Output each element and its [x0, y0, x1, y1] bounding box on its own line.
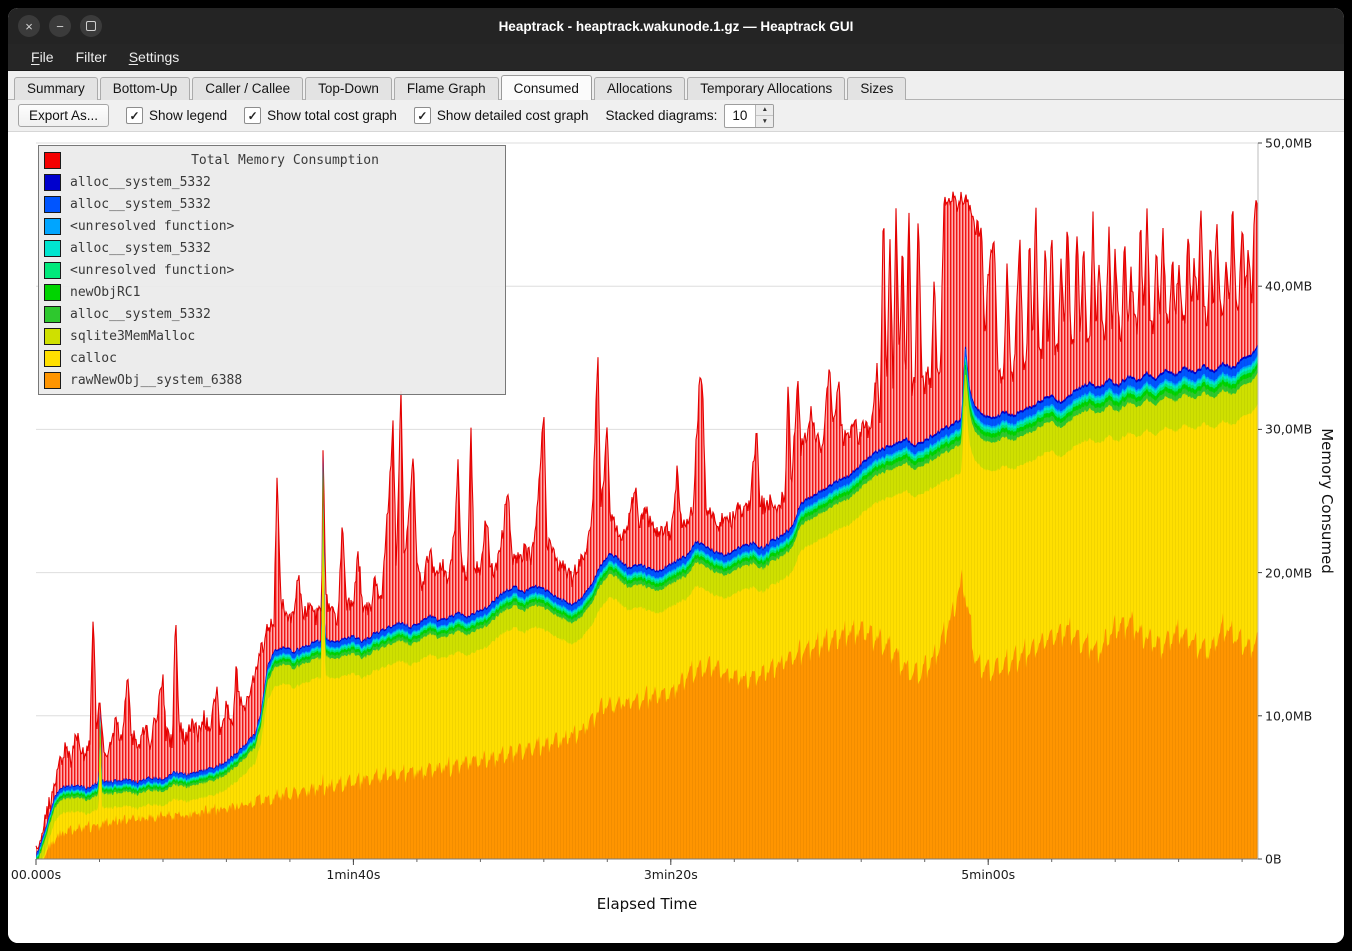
checkbox-checked-icon: ✓ [244, 107, 261, 124]
close-button[interactable]: × [18, 15, 40, 37]
menu-file[interactable]: File [22, 47, 63, 67]
y-tick-label: 50,0MB [1265, 136, 1312, 151]
show-detailed-cost-checkbox[interactable]: ✓ Show detailed cost graph [414, 107, 589, 124]
export-as-button[interactable]: Export As... [18, 104, 109, 127]
window-controls: × − [18, 8, 102, 44]
menubar: File Filter Settings [8, 44, 1344, 71]
legend-item: alloc__system_5332 [44, 303, 500, 325]
app-window: × − Heaptrack - heaptrack.wakunode.1.gz … [8, 8, 1344, 943]
x-tick-label: 3min20s [644, 867, 698, 882]
x-axis-title: Elapsed Time [597, 895, 697, 913]
tab-bottom-up[interactable]: Bottom-Up [100, 77, 191, 100]
legend-item: alloc__system_5332 [44, 171, 500, 193]
window-title: Heaptrack - heaptrack.wakunode.1.gz — He… [8, 19, 1344, 34]
tab-sizes[interactable]: Sizes [847, 77, 906, 100]
tab-summary[interactable]: Summary [14, 77, 98, 100]
legend-swatch [44, 240, 61, 257]
legend-swatch [44, 284, 61, 301]
tab-allocations[interactable]: Allocations [594, 77, 685, 100]
y-tick-label: 20,0MB [1265, 565, 1312, 580]
legend-swatch [44, 218, 61, 235]
legend-swatch [44, 262, 61, 279]
y-tick-label: 10,0MB [1265, 708, 1312, 723]
stacked-diagrams-label: Stacked diagrams: [606, 108, 718, 123]
legend-swatch [44, 328, 61, 345]
y-tick-label: 30,0MB [1265, 422, 1312, 437]
maximize-button[interactable] [80, 15, 102, 37]
tab-caller-callee[interactable]: Caller / Callee [192, 77, 303, 100]
x-tick-label: 5min00s [961, 867, 1015, 882]
spin-down-icon[interactable]: ▼ [756, 116, 773, 127]
consumed-chart-panel: Total Memory Consumption alloc__system_5… [8, 131, 1344, 943]
y-axis-title: Memory Consumed [1318, 428, 1336, 574]
legend-item: alloc__system_5332 [44, 237, 500, 259]
show-total-cost-checkbox[interactable]: ✓ Show total cost graph [244, 107, 397, 124]
show-legend-checkbox[interactable]: ✓ Show legend [126, 107, 227, 124]
legend-item: rawNewObj__system_6388 [44, 369, 500, 391]
x-tick-label: 1min40s [326, 867, 380, 882]
show-legend-label: Show legend [149, 108, 227, 123]
legend-item: <unresolved function> [44, 215, 500, 237]
stacked-diagrams-spinbox[interactable]: 10 ▲ ▼ [724, 104, 774, 128]
chart-legend: Total Memory Consumption alloc__system_5… [38, 145, 506, 395]
menu-filter[interactable]: Filter [67, 47, 116, 67]
spinbox-value: 10 [725, 105, 755, 127]
menu-settings[interactable]: Settings [120, 47, 189, 67]
legend-title: Total Memory Consumption [70, 153, 500, 168]
legend-swatch [44, 350, 61, 367]
legend-item: <unresolved function> [44, 259, 500, 281]
legend-item: alloc__system_5332 [44, 193, 500, 215]
checkbox-checked-icon: ✓ [414, 107, 431, 124]
tab-flame-graph[interactable]: Flame Graph [394, 77, 499, 100]
y-tick-label: 0B [1265, 852, 1282, 867]
tab-temporary-allocations[interactable]: Temporary Allocations [687, 77, 845, 100]
legend-item: sqlite3MemMalloc [44, 325, 500, 347]
legend-item: calloc [44, 347, 500, 369]
show-detailed-cost-label: Show detailed cost graph [437, 108, 589, 123]
show-total-cost-label: Show total cost graph [267, 108, 397, 123]
x-tick-label: 00.000s [11, 867, 61, 882]
tab-bar: Summary Bottom-Up Caller / Callee Top-Do… [8, 71, 1344, 100]
maximize-icon [86, 21, 96, 31]
tab-consumed[interactable]: Consumed [501, 75, 592, 100]
legend-title-row: Total Memory Consumption [44, 149, 500, 171]
legend-swatch [44, 174, 61, 191]
tab-top-down[interactable]: Top-Down [305, 77, 392, 100]
legend-swatch [44, 372, 61, 389]
checkbox-checked-icon: ✓ [126, 107, 143, 124]
legend-swatch [44, 196, 61, 213]
minimize-icon: − [56, 20, 64, 33]
toolbar: Export As... ✓ Show legend ✓ Show total … [8, 100, 1344, 131]
legend-swatch [44, 306, 61, 323]
y-tick-label: 40,0MB [1265, 279, 1312, 294]
legend-swatch [44, 152, 61, 169]
minimize-button[interactable]: − [49, 15, 71, 37]
close-icon: × [25, 20, 33, 33]
spinbox-buttons: ▲ ▼ [755, 105, 773, 127]
legend-item: newObjRC1 [44, 281, 500, 303]
spin-up-icon[interactable]: ▲ [756, 105, 773, 117]
titlebar[interactable]: × − Heaptrack - heaptrack.wakunode.1.gz … [8, 8, 1344, 44]
